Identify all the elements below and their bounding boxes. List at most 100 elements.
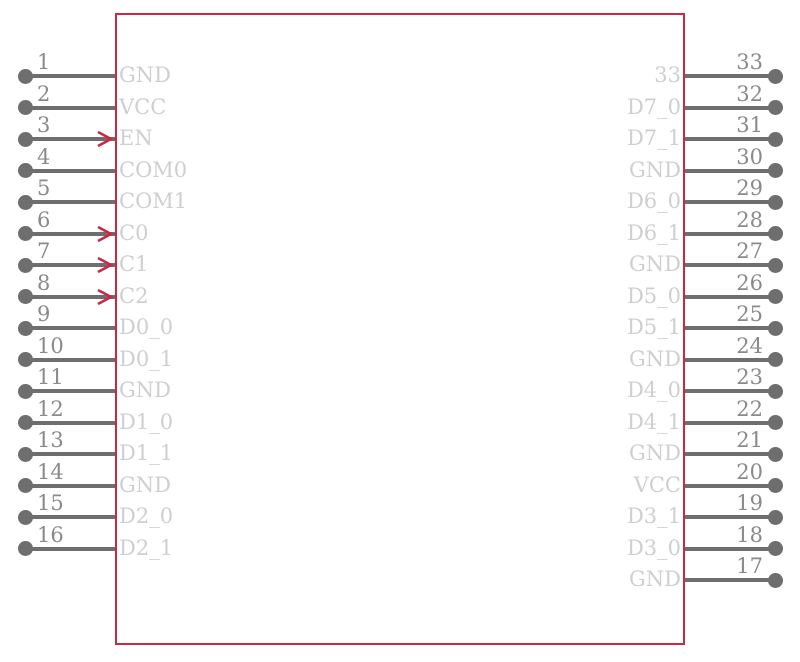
pin-terminal-10[interactable] [17, 352, 33, 367]
pin-wire-26[interactable] [685, 294, 775, 299]
pin-wire-15[interactable] [25, 515, 115, 519]
pin-terminal-7[interactable] [17, 257, 33, 273]
pin-terminal-23[interactable] [767, 383, 783, 399]
pin-terminal-27[interactable] [767, 257, 783, 273]
pin-number-8: 8 [37, 270, 51, 295]
pin-terminal-21[interactable] [767, 446, 783, 462]
pin-name-12: D1_0 [119, 409, 174, 434]
pin-number-28: 28 [736, 207, 763, 232]
pin-number-27: 27 [736, 239, 763, 263]
pin-name-1: GND [119, 63, 171, 87]
pin-terminal-33[interactable] [767, 68, 783, 84]
pin-terminal-32[interactable] [767, 100, 783, 115]
pin-number-10: 10 [37, 333, 64, 358]
pin-terminal-19[interactable] [767, 509, 783, 525]
pin-wire-10[interactable] [25, 357, 115, 362]
pin-name-11: GND [119, 378, 171, 402]
pin-terminal-31[interactable] [767, 131, 783, 147]
pin-wire-4[interactable] [25, 168, 115, 173]
pin-name-15: D2_0 [119, 504, 174, 528]
pin-terminal-20[interactable] [767, 478, 783, 493]
pin-wire-17[interactable] [685, 578, 775, 582]
pin-number-29: 29 [736, 176, 763, 200]
pin-terminal-22[interactable] [767, 415, 783, 430]
pin-number-12: 12 [37, 396, 64, 421]
pin-name-4: COM0 [119, 157, 188, 182]
pin-terminal-17[interactable] [767, 572, 783, 588]
pin-wire-25[interactable] [685, 326, 775, 330]
pin-wire-23[interactable] [685, 389, 775, 393]
pin-name-19: D3_1 [626, 504, 681, 528]
pin-wire-2[interactable] [25, 105, 115, 110]
pin-wire-16[interactable] [25, 546, 115, 551]
pin-terminal-30[interactable] [767, 163, 783, 178]
pin-number-24: 24 [736, 333, 763, 358]
pin-number-15: 15 [37, 491, 64, 515]
pin-number-31: 31 [736, 113, 763, 137]
pin-terminal-16[interactable] [17, 541, 33, 556]
pin-name-13: D1_1 [119, 441, 174, 465]
pin-number-17: 17 [736, 554, 763, 578]
pin-wire-28[interactable] [685, 231, 775, 236]
pin-wire-14[interactable] [25, 483, 115, 488]
pin-wire-3[interactable] [25, 137, 115, 141]
pin-name-24: GND [629, 346, 681, 371]
pin-terminal-13[interactable] [17, 446, 33, 462]
pin-terminal-12[interactable] [17, 415, 33, 430]
pin-name-10: D0_1 [119, 346, 174, 371]
pin-terminal-4[interactable] [17, 163, 33, 178]
pin-number-1: 1 [37, 50, 51, 74]
pin-wire-19[interactable] [685, 515, 775, 519]
pin-number-18: 18 [736, 522, 763, 547]
pin-wire-32[interactable] [685, 105, 775, 110]
pin-wire-22[interactable] [685, 420, 775, 425]
pin-wire-21[interactable] [685, 452, 775, 456]
pin-name-20: VCC [633, 472, 681, 497]
pin-wire-6[interactable] [25, 231, 115, 236]
pin-number-9: 9 [37, 302, 51, 326]
pin-name-6: C0 [119, 220, 149, 245]
pin-terminal-8[interactable] [17, 289, 33, 304]
pin-terminal-15[interactable] [17, 509, 33, 525]
pin-wire-11[interactable] [25, 389, 115, 393]
pin-wire-31[interactable] [685, 137, 775, 141]
pin-terminal-24[interactable] [767, 352, 783, 367]
pin-wire-5[interactable] [25, 200, 115, 204]
pin-terminal-26[interactable] [767, 289, 783, 304]
pin-wire-7[interactable] [25, 263, 115, 267]
pin-terminal-6[interactable] [17, 226, 33, 241]
pin-wire-30[interactable] [685, 168, 775, 173]
pin-terminal-18[interactable] [767, 541, 783, 556]
pin-name-21: GND [629, 441, 681, 465]
pin-number-11: 11 [37, 365, 64, 389]
pin-terminal-29[interactable] [767, 194, 783, 210]
pin-number-4: 4 [37, 144, 51, 169]
pin-terminal-11[interactable] [17, 383, 33, 399]
pin-wire-29[interactable] [685, 200, 775, 204]
pin-name-9: D0_0 [119, 315, 174, 339]
pin-terminal-14[interactable] [17, 478, 33, 493]
pin-name-22: D4_1 [626, 409, 681, 434]
pin-wire-12[interactable] [25, 420, 115, 425]
pin-terminal-28[interactable] [767, 226, 783, 241]
pin-name-30: GND [629, 157, 681, 182]
pin-wire-18[interactable] [685, 546, 775, 551]
pin-name-32: D7_0 [626, 94, 681, 119]
pin-number-23: 23 [736, 365, 763, 389]
pin-wire-9[interactable] [25, 326, 115, 330]
pin-wire-8[interactable] [25, 294, 115, 299]
pin-wire-1[interactable] [25, 74, 115, 78]
pin-terminal-3[interactable] [17, 131, 33, 147]
pin-terminal-1[interactable] [17, 68, 33, 84]
pin-terminal-5[interactable] [17, 194, 33, 210]
pin-wire-13[interactable] [25, 452, 115, 456]
pin-wire-20[interactable] [685, 483, 775, 488]
pin-wire-27[interactable] [685, 263, 775, 267]
pin-number-21: 21 [736, 428, 763, 452]
pin-wire-24[interactable] [685, 357, 775, 362]
pin-number-26: 26 [736, 270, 763, 295]
pin-terminal-2[interactable] [17, 100, 33, 115]
pin-terminal-9[interactable] [17, 320, 33, 336]
pin-wire-33[interactable] [685, 74, 775, 78]
pin-terminal-25[interactable] [767, 320, 783, 336]
